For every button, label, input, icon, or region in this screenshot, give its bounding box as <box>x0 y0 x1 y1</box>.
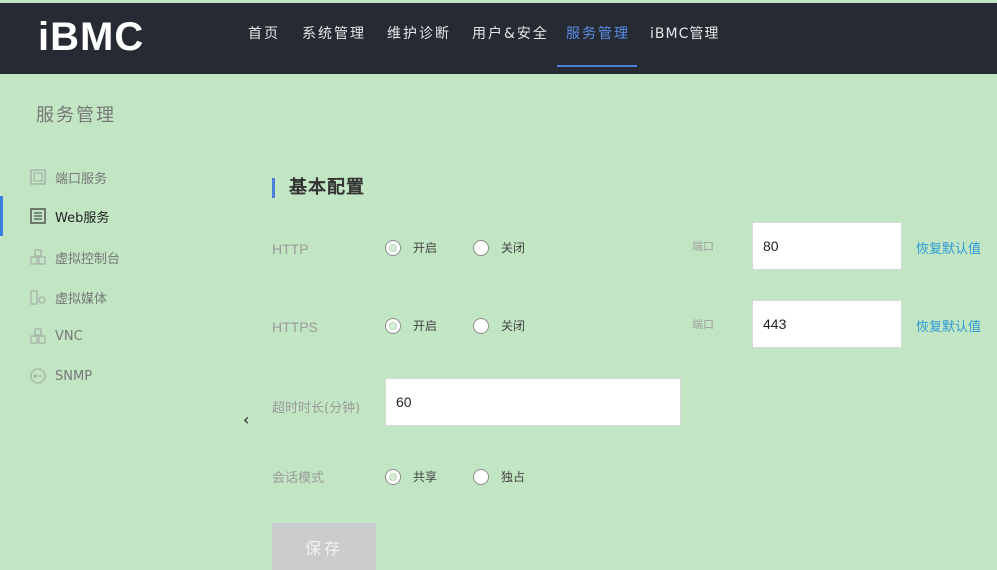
session-shared-radio[interactable]: 共享 <box>385 468 437 485</box>
http-port-input[interactable] <box>763 238 891 254</box>
nav-ibmc-management[interactable]: iBMC管理 <box>650 23 719 69</box>
sidebar-item-port-service[interactable]: 端口服务 <box>30 166 107 188</box>
ibmc-logo[interactable]: iBMC <box>38 15 144 60</box>
nav-maintenance-diagnosis[interactable]: 维护诊断 <box>387 23 451 69</box>
sidebar-item-virtual-console[interactable]: 虚拟控制台 <box>30 246 120 268</box>
radio-checked-icon <box>385 239 401 256</box>
radio-unchecked-icon <box>473 468 489 485</box>
https-port-input[interactable] <box>763 316 891 332</box>
page-title: 服务管理 <box>36 105 116 126</box>
sidebar-item-snmp[interactable]: SNMP <box>30 365 92 387</box>
radio-checked-icon <box>385 317 401 334</box>
timeout-label: 超时时长(分钟) <box>272 401 361 416</box>
chevron-left-icon[interactable]: ‹ <box>243 410 249 429</box>
session-mode-label: 会话模式 <box>272 471 325 486</box>
https-port-label: 端口 <box>692 318 714 331</box>
virtual-console-icon <box>30 249 46 265</box>
snmp-icon <box>30 368 46 384</box>
https-on-label: 开启 <box>413 319 438 333</box>
http-label: HTTP <box>272 241 309 257</box>
save-button[interactable]: 保存 <box>272 523 376 570</box>
active-nav-underline <box>557 65 637 67</box>
https-label: HTTPS <box>272 319 318 335</box>
sidebar-item-vnc[interactable]: VNC <box>30 325 83 347</box>
sidebar-item-label: 端口服务 <box>55 171 108 187</box>
radio-unchecked-icon <box>473 317 489 334</box>
session-exclusive-label: 独占 <box>501 470 526 484</box>
session-exclusive-radio[interactable]: 独占 <box>473 468 525 485</box>
https-off-radio[interactable]: 关闭 <box>473 317 525 334</box>
http-on-label: 开启 <box>413 241 438 255</box>
http-port-field[interactable] <box>752 222 902 270</box>
http-restore-default-link[interactable]: 恢复默认值 <box>916 238 981 257</box>
sidebar-item-web-service[interactable]: Web服务 <box>30 205 109 227</box>
sidebar-item-label: Web服务 <box>55 210 110 226</box>
https-port-field[interactable] <box>752 300 902 348</box>
virtual-media-icon <box>30 289 46 305</box>
radio-checked-icon <box>385 468 401 485</box>
top-nav-bar: iBMC 首页 系统管理 维护诊断 用户&安全 服务管理 iBMC管理 <box>0 0 997 74</box>
https-off-label: 关闭 <box>501 319 526 333</box>
http-off-radio[interactable]: 关闭 <box>473 239 525 256</box>
session-shared-label: 共享 <box>413 470 438 484</box>
nav-system-management[interactable]: 系统管理 <box>302 23 366 69</box>
web-service-icon <box>30 208 46 224</box>
vnc-icon <box>30 328 46 344</box>
http-port-label: 端口 <box>692 240 714 253</box>
sidebar-item-label: 虚拟媒体 <box>55 291 108 307</box>
http-on-radio[interactable]: 开启 <box>385 239 437 256</box>
sidebar-item-label: 虚拟控制台 <box>55 251 121 267</box>
nav-user-security[interactable]: 用户&安全 <box>472 23 549 69</box>
port-service-icon <box>30 169 46 185</box>
sidebar-active-marker <box>0 196 3 236</box>
section-title: 基本配置 <box>272 178 365 198</box>
http-off-label: 关闭 <box>501 241 526 255</box>
nav-service-management[interactable]: 服务管理 <box>566 23 630 69</box>
timeout-field[interactable] <box>385 378 681 426</box>
https-restore-default-link[interactable]: 恢复默认值 <box>916 316 981 335</box>
sidebar-item-label: VNC <box>55 328 83 344</box>
sidebar-item-virtual-media[interactable]: 虚拟媒体 <box>30 286 107 308</box>
sidebar-item-label: SNMP <box>55 368 93 384</box>
timeout-input[interactable] <box>396 394 670 410</box>
nav-home[interactable]: 首页 <box>248 23 280 69</box>
radio-unchecked-icon <box>473 239 489 256</box>
https-on-radio[interactable]: 开启 <box>385 317 437 334</box>
